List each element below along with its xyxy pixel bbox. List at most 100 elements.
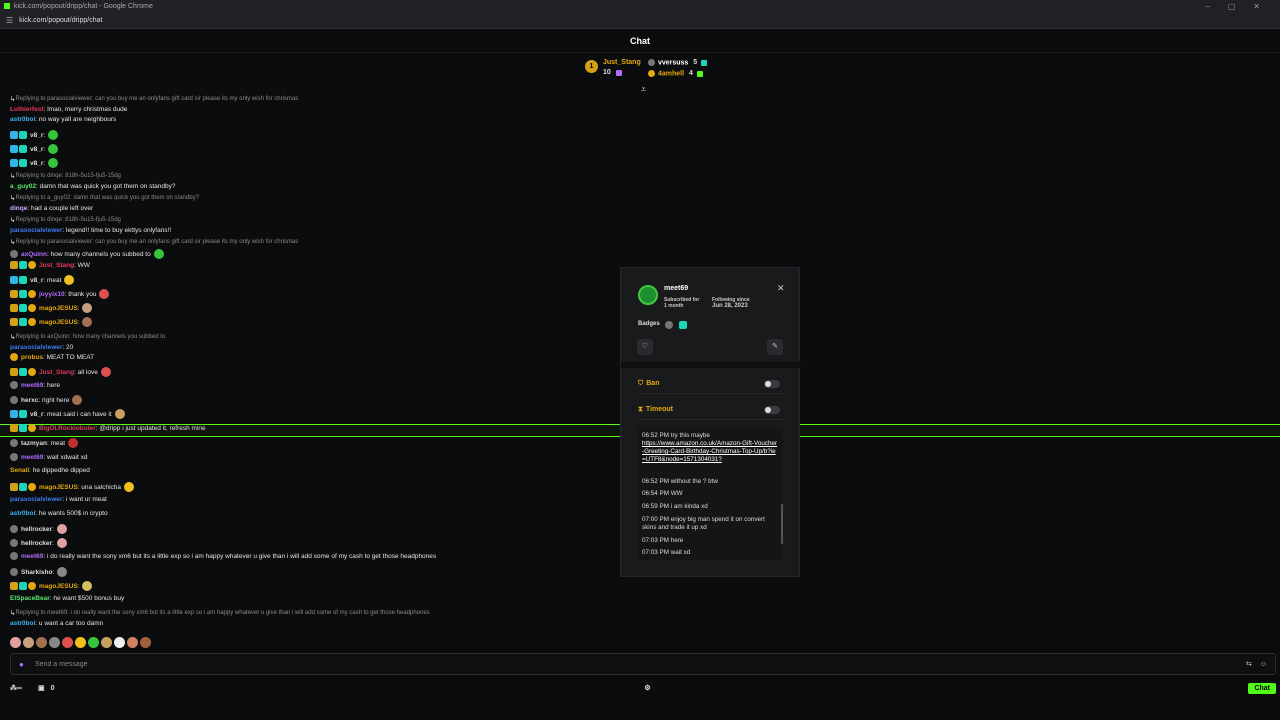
shortcut-icon[interactable]: ⇆: [1246, 660, 1252, 668]
chat-username[interactable]: Just_Stang: [39, 369, 74, 376]
chat-message[interactable]: v8_r: meat: [10, 275, 75, 285]
chat-message[interactable]: Luthierfest: lmao, merry christmas dude: [10, 106, 127, 113]
reply-context[interactable]: ↳ Replying to dinqe: 818h-5u15-fju5-15dg: [10, 172, 121, 180]
chat-username[interactable]: meet69: [21, 454, 43, 461]
emote-icon[interactable]: [23, 637, 34, 648]
chat-message[interactable]: v8_r:: [10, 130, 59, 140]
reply-context[interactable]: ↳ Replying to parasocialviewer: can you …: [10, 95, 298, 103]
emote-icon[interactable]: [75, 637, 86, 648]
emote-icon[interactable]: [114, 637, 125, 648]
emote-icon[interactable]: [10, 637, 21, 648]
maximize-icon[interactable]: ▢: [1228, 2, 1236, 11]
chat-username[interactable]: hellrocker: [21, 526, 52, 533]
chat-message[interactable]: magoJESUS:: [10, 317, 93, 327]
gift-box-icon[interactable]: ▣: [38, 684, 45, 692]
chat-message[interactable]: Just_Stang: all love: [10, 367, 111, 377]
chat-username[interactable]: magoJESUS: [39, 305, 78, 312]
chat-username[interactable]: v8_r: [30, 277, 43, 284]
emote-icon[interactable]: [101, 637, 112, 648]
chat-message[interactable]: BigOl.Rocklobster: @dripp i just updated…: [10, 424, 206, 432]
gear-icon[interactable]: ⚙: [644, 684, 650, 692]
chat-message[interactable]: magoJESUS:: [10, 581, 93, 591]
chat-message[interactable]: parasocialviewer: legend!! time to buy e…: [10, 227, 171, 234]
chat-username[interactable]: ElSpaceBear: [10, 595, 50, 602]
chat-message[interactable]: ElSpaceBear: he want $500 bonus buy: [10, 595, 124, 602]
chat-username[interactable]: dinqe: [10, 205, 27, 212]
emote-icon[interactable]: [140, 637, 151, 648]
chat-message[interactable]: hellrocker:: [10, 524, 67, 534]
chat-username[interactable]: magoJESUS: [39, 583, 78, 590]
chat-message[interactable]: v8_r: meat said i can have it: [10, 409, 125, 419]
close-icon[interactable]: ✕: [777, 283, 785, 294]
timeout-toggle[interactable]: [764, 405, 780, 414]
chat-message[interactable]: tazmyan: meat: [10, 438, 79, 448]
message-history[interactable]: 06:52 PM try this maybe https://www.amaz…: [638, 428, 783, 560]
chat-username[interactable]: a_guy02: [10, 183, 36, 190]
ban-toggle[interactable]: [764, 379, 780, 388]
points-icon[interactable]: ⁂∞: [10, 684, 22, 692]
message-input[interactable]: [35, 660, 1246, 668]
chat-message[interactable]: herxc: right here: [10, 395, 83, 405]
timeout-row[interactable]: ⧗ Timeout: [638, 400, 784, 420]
chat-username[interactable]: Sharkisho: [21, 569, 52, 576]
chat-username[interactable]: parasocialviewer: [10, 344, 62, 351]
chat-message[interactable]: astr0boi: no way yall are neighbours: [10, 116, 116, 123]
leader-2[interactable]: vversuss 5: [648, 59, 708, 66]
chat-message[interactable]: Senali: he dippedhe dipped: [10, 467, 90, 474]
minimize-icon[interactable]: –: [1205, 2, 1209, 11]
chat-message[interactable]: meet69: here: [10, 381, 60, 389]
emote-icon[interactable]: [88, 637, 99, 648]
chat-message[interactable]: a_guy02: damn that was quick you got the…: [10, 183, 176, 190]
ban-row[interactable]: ⛉ Ban: [638, 374, 784, 394]
chat-username[interactable]: Just_Stang: [39, 262, 74, 269]
emote-icon[interactable]: [62, 637, 73, 648]
emoji-icon[interactable]: ☺: [1260, 661, 1267, 668]
history-link[interactable]: https://www.amazon.co.uk/Amazon-Gift-Vou…: [642, 440, 777, 463]
chat-username[interactable]: astr0boi: [10, 620, 35, 627]
chat-username[interactable]: v8_r: [30, 132, 43, 139]
leader-1[interactable]: 1 Just_Stang 10: [585, 59, 641, 76]
microphone-icon[interactable]: ●: [19, 660, 27, 669]
chat-username[interactable]: astr0boi: [10, 116, 35, 123]
chat-username[interactable]: hellrocker: [21, 540, 52, 547]
chat-username[interactable]: meet69: [21, 553, 43, 560]
history-scrollbar[interactable]: [781, 504, 783, 544]
chat-button[interactable]: Chat: [1248, 682, 1276, 694]
chat-message[interactable]: magoJESUS: una salchicha: [10, 482, 135, 492]
reply-context[interactable]: ↳ Replying to a_guy02: damn that was qui…: [10, 194, 199, 202]
chat-message[interactable]: v8_r:: [10, 144, 59, 154]
chat-message[interactable]: astr0boi: u want a car too damn: [10, 620, 103, 627]
chat-message[interactable]: parasocialviewer: i want ur meat: [10, 496, 107, 503]
chat-username[interactable]: v8_r: [30, 411, 43, 418]
chat-message[interactable]: joyyix10: thank you: [10, 289, 110, 299]
emote-icon[interactable]: [36, 637, 47, 648]
emote-icon[interactable]: [127, 637, 138, 648]
reply-context[interactable]: ↳ Replying to dinqe: 818h-5u15-fju5-15dg: [10, 216, 121, 224]
chat-message[interactable]: probus: MEAT TO MEAT: [10, 353, 94, 361]
chat-username[interactable]: v8_r: [30, 160, 43, 167]
chat-username[interactable]: probus: [21, 354, 43, 361]
chat-username[interactable]: tazmyan: [21, 440, 47, 447]
reply-context[interactable]: ↳ Replying to parasocialviewer: can you …: [10, 238, 298, 246]
chat-message[interactable]: Just_Stang: WW: [10, 261, 90, 269]
chat-username[interactable]: Luthierfest: [10, 106, 44, 113]
chat-username[interactable]: herxc: [21, 397, 38, 404]
chat-message[interactable]: magoJESUS:: [10, 303, 93, 313]
chat-username[interactable]: magoJESUS: [39, 319, 78, 326]
pin-icon[interactable]: ✎: [767, 339, 783, 355]
chat-username[interactable]: BigOl.Rocklobster: [39, 425, 96, 432]
chat-username[interactable]: meet69: [21, 382, 43, 389]
leader-3[interactable]: 4amhell 4: [648, 70, 703, 77]
chat-message[interactable]: astr0boi: he wants 500$ in crypto: [10, 510, 108, 517]
chat-message[interactable]: meet69: wait xdwait xd: [10, 453, 87, 461]
chat-message[interactable]: v8_r:: [10, 158, 59, 168]
follow-heart-icon[interactable]: ♡: [637, 339, 653, 355]
chat-message[interactable]: Sharkisho:: [10, 567, 68, 577]
chat-username[interactable]: joyyix10: [39, 291, 65, 298]
chat-message[interactable]: hellrocker:: [10, 538, 67, 548]
site-info-icon[interactable]: ☰: [6, 16, 13, 25]
chat-username[interactable]: parasocialviewer: [10, 496, 62, 503]
chat-username[interactable]: astr0boi: [10, 510, 35, 517]
chat-username[interactable]: axQuinn: [21, 251, 47, 258]
address-bar[interactable]: ☰ kick.com/popout/dripp/chat: [0, 12, 1280, 29]
